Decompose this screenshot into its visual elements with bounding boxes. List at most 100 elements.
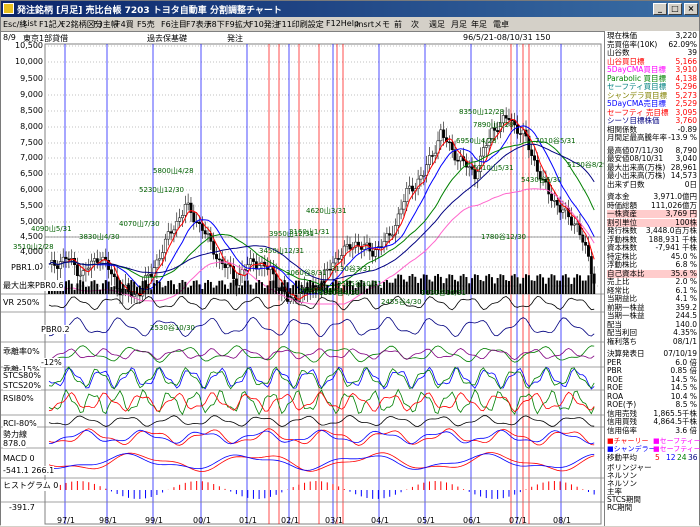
volume-bar — [110, 286, 113, 294]
candle-body — [587, 245, 590, 257]
volume-bar — [542, 277, 545, 294]
minimize-button[interactable]: _ — [653, 3, 667, 15]
info-key: 信用倍率 — [607, 425, 637, 435]
candle-body — [371, 250, 375, 257]
menu-item-12[interactable]: F11印刷設定 — [277, 19, 324, 30]
volume-bar — [488, 274, 491, 294]
ma-period: 12 — [666, 453, 676, 462]
info-row: 配当利回 4.35% — [607, 329, 697, 337]
info-key: 信用買残 — [607, 417, 637, 426]
info-value: 3.6 倍 — [675, 425, 697, 435]
volume-bar — [67, 280, 70, 294]
volume-bar — [79, 280, 82, 294]
volume-bar — [525, 274, 528, 294]
volume-bar — [96, 283, 99, 294]
peak-trough-annotation: 3060谷8/31 — [286, 269, 327, 277]
menu-item-7[interactable]: F6注目 — [161, 19, 187, 30]
close-button[interactable]: × — [684, 3, 698, 15]
peak-trough-annotation: 8350山12/28 — [459, 108, 504, 116]
menu-item-9[interactable]: F8下 — [207, 19, 225, 30]
x-tick-label: 97/1 — [57, 516, 75, 525]
candle-body — [581, 234, 585, 243]
candle-body — [251, 258, 255, 262]
menu-item-10[interactable]: F9拡大 — [225, 19, 251, 30]
title-bar[interactable]: 発注銘柄 [月足] 売比台帳 7203 トヨタ自動車 分割調整チャート _ □ … — [1, 1, 699, 17]
info-row: 5DayCMA買目標 3,910 — [607, 66, 697, 74]
menu-item-4[interactable]: F3主帳 — [93, 19, 119, 30]
volume-bar — [65, 281, 68, 294]
candle-body — [172, 229, 176, 234]
info-value: 14.5 % — [670, 383, 697, 392]
volume-bar — [73, 289, 76, 294]
volume-bar — [167, 280, 170, 294]
info-row: 資本金 3,971.0億円 — [607, 193, 697, 201]
menu-item-13[interactable]: F12Help — [326, 19, 359, 28]
menu-item-14[interactable]: Insrtメモ — [356, 19, 390, 30]
volume-bar — [522, 277, 525, 294]
volume-bar — [417, 282, 420, 294]
menu-item-1[interactable]: List — [23, 19, 37, 28]
menu-item-5[interactable]: F4買 — [116, 19, 134, 30]
candle-body — [64, 256, 68, 260]
volume-bar — [164, 285, 167, 294]
volume-bar — [505, 280, 508, 294]
volume-bar — [175, 289, 178, 294]
info-row: 決算発表日 07/10/19 — [607, 350, 697, 358]
volume-bar — [204, 282, 207, 294]
volume-bar — [172, 284, 175, 294]
candle-body — [447, 141, 451, 144]
volume-bar — [482, 281, 485, 294]
volume-bar — [201, 288, 204, 294]
menu-item-6[interactable]: F5売 — [137, 19, 155, 30]
candle-body — [388, 233, 392, 236]
history-label: 過去保基礎 — [147, 34, 187, 43]
info-value: 3,910 — [675, 65, 697, 74]
volume-bar — [578, 275, 581, 294]
setting-row[interactable]: RC期間 — [607, 504, 697, 512]
candle-body — [146, 273, 150, 276]
menu-item-15[interactable]: 前 — [394, 19, 402, 30]
info-key: 権利落ち — [607, 336, 637, 346]
volume-bar — [539, 274, 542, 294]
candle-body — [410, 185, 414, 192]
ma-label: 移動平均 — [607, 453, 637, 462]
info-key: 月間足最高騰年率 — [607, 133, 667, 142]
info-value: -7,941 千株 — [655, 243, 697, 252]
info-key: セーフティ買目標 — [607, 82, 667, 91]
menu-item-16[interactable]: 次 — [411, 19, 419, 30]
volume-bar — [277, 288, 280, 294]
volume-bar — [391, 282, 394, 294]
volume-bar — [564, 274, 567, 294]
volume-bar — [510, 275, 513, 294]
candle-body — [385, 233, 389, 242]
candle-body — [155, 259, 159, 268]
menu-item-17[interactable]: 週足 — [429, 19, 445, 30]
info-value: 244.5 — [675, 311, 697, 320]
menu-item-18[interactable]: 月足 — [451, 19, 467, 30]
volume-bar — [275, 284, 278, 294]
volume-bar — [150, 289, 153, 294]
candle-body — [422, 175, 426, 177]
menu-item-19[interactable]: 年足 — [471, 19, 487, 30]
menu-item-11[interactable]: F10発注 — [249, 19, 280, 30]
info-value: 3,769 円 — [665, 209, 697, 218]
candle-body — [192, 212, 196, 223]
x-tick-label: 98/1 — [99, 516, 117, 525]
info-row: 現在株価 3,220 — [607, 32, 697, 40]
ma-period: 24 — [677, 453, 687, 462]
x-tick-label: 07/1 — [509, 516, 527, 525]
chart-area[interactable]: 8/9 東京1部貸借 過去保基礎 発注 96/5/21-08/10/31 150… — [1, 31, 608, 526]
candle-body — [215, 254, 218, 260]
order-label: 発注 — [227, 34, 243, 43]
candle-body — [198, 221, 201, 224]
y-tick-label: 6,000 — [20, 185, 43, 194]
maximize-button[interactable]: □ — [668, 3, 682, 15]
candle-body — [58, 261, 62, 269]
volume-bar — [263, 287, 266, 294]
menu-item-20[interactable]: 電卓 — [493, 19, 509, 30]
volume-bar — [559, 280, 562, 294]
x-tick-label: 02/1 — [281, 516, 299, 525]
volume-bar — [544, 283, 547, 294]
peak-trough-annotation: 2455谷4/30 — [381, 298, 422, 306]
info-row: 最安値08/10/31 3,040 — [607, 155, 697, 163]
